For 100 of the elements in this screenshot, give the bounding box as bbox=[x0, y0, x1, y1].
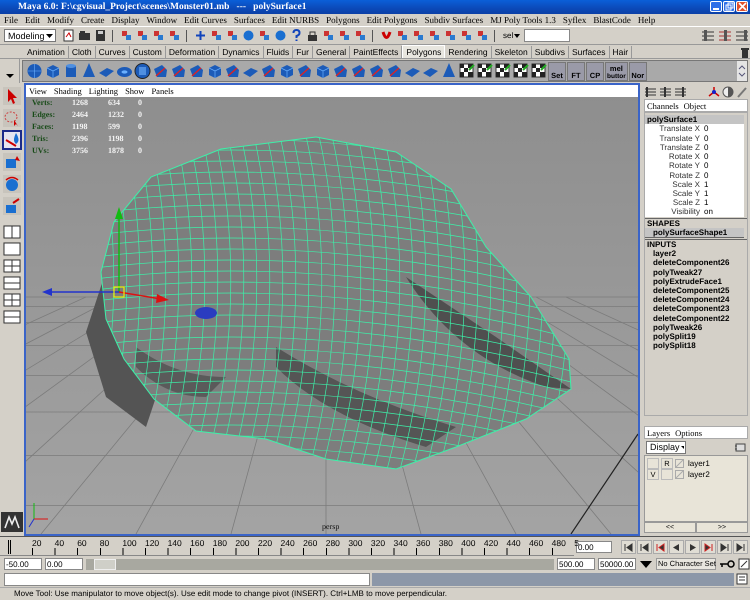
panel-menu-item[interactable]: Panels bbox=[151, 86, 174, 96]
checkerboard-icon[interactable] bbox=[530, 62, 547, 80]
skip-to-end-button[interactable] bbox=[733, 540, 748, 554]
toolbar-icon[interactable] bbox=[428, 29, 441, 42]
selection-input-field[interactable] bbox=[524, 29, 570, 42]
checkerboard-icon[interactable] bbox=[458, 62, 475, 80]
menu-set-dropdown[interactable]: Modeling bbox=[4, 29, 56, 42]
playback-start-field[interactable]: 0.00 bbox=[45, 558, 83, 570]
shelf-tab[interactable]: Custom bbox=[130, 46, 166, 58]
channel-name[interactable]: Scale Z bbox=[645, 198, 702, 208]
input-node[interactable]: deleteComponent26 bbox=[645, 258, 747, 268]
move-tool-button[interactable] bbox=[2, 152, 22, 172]
layer-color-swatch-icon[interactable] bbox=[675, 470, 684, 480]
toolbar-icon[interactable] bbox=[476, 29, 489, 42]
toolbar-icon[interactable] bbox=[168, 29, 181, 42]
input-node[interactable]: deleteComponent24 bbox=[645, 295, 747, 304]
menu-item[interactable]: Edit NURBS bbox=[272, 14, 320, 25]
minimize-button[interactable] bbox=[710, 1, 722, 12]
trash-icon[interactable] bbox=[740, 46, 750, 58]
sphere-icon[interactable] bbox=[26, 62, 43, 80]
panel-layout-button[interactable] bbox=[2, 275, 22, 290]
input-node[interactable]: polyTweak26 bbox=[645, 322, 747, 332]
menu-item[interactable]: Create bbox=[81, 14, 104, 25]
play-button[interactable] bbox=[685, 540, 700, 554]
shelf-tab[interactable]: Surfaces bbox=[568, 46, 610, 58]
shelf-tab[interactable]: Subdivs bbox=[532, 46, 569, 58]
rotate-tool-button[interactable] bbox=[2, 174, 22, 194]
scale-tool-button[interactable] bbox=[2, 196, 22, 216]
input-node[interactable]: deleteComponent25 bbox=[645, 286, 747, 296]
panel-layout-button[interactable] bbox=[2, 309, 22, 324]
step-button[interactable] bbox=[637, 540, 652, 554]
toolbar-icon[interactable] bbox=[460, 29, 473, 42]
input-node[interactable]: layer2 bbox=[645, 249, 747, 258]
toolbar-icon[interactable] bbox=[152, 29, 165, 42]
panel-layout-button[interactable] bbox=[2, 258, 22, 274]
lock-icon[interactable] bbox=[306, 29, 319, 42]
input-node[interactable]: polyExtrudeFace1 bbox=[645, 276, 747, 286]
channel-box-toggle-icon[interactable] bbox=[735, 29, 749, 42]
menu-item[interactable]: Modify bbox=[47, 14, 74, 25]
shelf-tab[interactable]: Curves bbox=[96, 46, 130, 58]
folder-icon[interactable] bbox=[78, 29, 91, 42]
key-icon[interactable] bbox=[719, 559, 735, 570]
menu-item[interactable]: Edit bbox=[25, 14, 40, 25]
panel-layout-button[interactable] bbox=[2, 292, 22, 308]
start-time-field[interactable]: -50.00 bbox=[4, 558, 42, 570]
menu-item[interactable]: BlastCode bbox=[593, 14, 631, 25]
channel-value[interactable]: 1 bbox=[702, 198, 744, 208]
toolbar-icon[interactable] bbox=[210, 29, 223, 42]
shape-node[interactable]: polySurfaceShape1 bbox=[645, 228, 744, 238]
channel-value[interactable]: 1 bbox=[702, 188, 744, 198]
shelf-tab[interactable]: Fur bbox=[293, 46, 313, 58]
menu-item[interactable]: Subdiv Surfaces bbox=[424, 14, 484, 25]
channel-box-layout-icon[interactable] bbox=[659, 86, 672, 98]
sphere-icon[interactable] bbox=[274, 29, 287, 42]
toolbar-icon[interactable] bbox=[136, 29, 149, 42]
channel-box-toggle-icon[interactable] bbox=[718, 29, 732, 42]
channel-value[interactable]: 0 bbox=[702, 142, 744, 152]
layer-name[interactable]: layer2 bbox=[686, 470, 710, 480]
checkerboard-icon[interactable] bbox=[476, 62, 493, 80]
help-icon[interactable] bbox=[290, 29, 303, 42]
channel-name[interactable]: Visibility bbox=[645, 207, 702, 217]
panel-menu-item[interactable]: Show bbox=[125, 86, 144, 96]
range-slider-handle[interactable] bbox=[94, 558, 116, 570]
shelf-tab[interactable]: Cloth bbox=[68, 46, 96, 58]
plus-icon[interactable] bbox=[194, 29, 207, 42]
channel-name[interactable]: Translate X bbox=[645, 124, 702, 134]
cube-icon[interactable] bbox=[44, 62, 61, 80]
toolbar-icon[interactable] bbox=[396, 29, 409, 42]
toolbar-icon[interactable] bbox=[226, 29, 239, 42]
layer-mode-dropdown[interactable]: Display bbox=[646, 440, 686, 454]
channel-box-menu-item[interactable]: Channels bbox=[647, 100, 679, 111]
shelf-tab[interactable]: Polygons bbox=[402, 44, 446, 58]
toolbar-icon[interactable] bbox=[338, 29, 351, 42]
channel-value[interactable]: 0 bbox=[702, 161, 744, 170]
channel-name[interactable]: Rotate Z bbox=[645, 170, 702, 180]
menu-item[interactable]: Polygons bbox=[326, 14, 360, 25]
checkerboard-icon[interactable] bbox=[494, 62, 511, 80]
panel-menu-item[interactable]: Shading bbox=[54, 86, 82, 96]
close-button[interactable] bbox=[736, 1, 748, 12]
preferences-icon[interactable] bbox=[738, 558, 750, 570]
channel-name[interactable]: Rotate Y bbox=[645, 161, 702, 170]
selection-label[interactable]: sel bbox=[503, 31, 514, 40]
display-type-toggle[interactable] bbox=[661, 469, 673, 480]
channel-box-layout-icon[interactable] bbox=[644, 86, 657, 98]
select-tool-button[interactable] bbox=[2, 86, 22, 106]
menu-item[interactable]: MJ Poly Tools 1.3 bbox=[490, 14, 556, 25]
shelf-tab[interactable]: Fluids bbox=[264, 46, 294, 58]
channel-name[interactable]: Rotate X bbox=[645, 152, 702, 162]
end-time-field[interactable]: 50000.00 bbox=[598, 558, 636, 570]
axes-icon[interactable] bbox=[708, 86, 720, 98]
visibility-toggle[interactable] bbox=[647, 458, 659, 470]
channel-value[interactable]: 0 bbox=[702, 170, 744, 180]
range-slider[interactable] bbox=[86, 558, 554, 570]
layer-name[interactable]: layer1 bbox=[686, 459, 710, 468]
input-node[interactable]: polyTweak27 bbox=[645, 268, 747, 277]
step-button[interactable] bbox=[653, 540, 668, 554]
shelf-tab[interactable]: General bbox=[312, 46, 350, 58]
playback-end-field[interactable]: 500.00 bbox=[557, 558, 595, 570]
shelf-tab[interactable]: Skeleton bbox=[492, 46, 532, 58]
menu-item[interactable]: Edit Curves bbox=[184, 14, 227, 25]
